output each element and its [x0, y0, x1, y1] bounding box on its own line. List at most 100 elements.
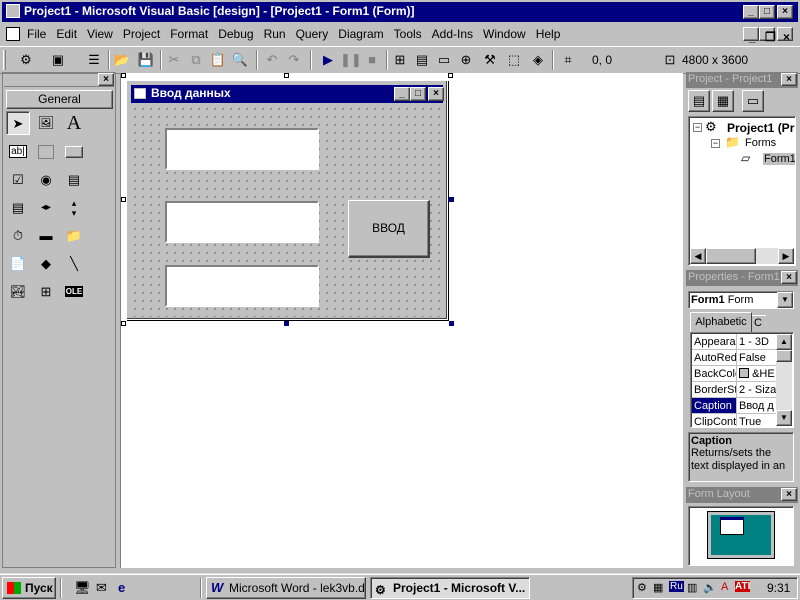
- dir-list-tool[interactable]: 📁: [62, 224, 86, 248]
- data-tool[interactable]: ⊞: [34, 280, 58, 304]
- app-title-bar[interactable]: Project1 - Microsoft Visual Basic [desig…: [2, 2, 798, 22]
- properties-close-button[interactable]: ×: [781, 271, 797, 284]
- toggle-folders-icon[interactable]: ▭: [742, 90, 764, 112]
- tray-app-icon[interactable]: ATI: [735, 581, 751, 592]
- form-minimize-button[interactable]: _: [394, 87, 410, 101]
- property-vscrollbar[interactable]: ▲ ▼: [776, 334, 792, 426]
- scroll-left-button[interactable]: ◀: [690, 248, 706, 264]
- menu-diagram[interactable]: Diagram: [333, 25, 388, 43]
- resize-handle[interactable]: [449, 197, 454, 202]
- frame-tool[interactable]: [34, 140, 58, 164]
- clock[interactable]: 9:31: [767, 581, 790, 595]
- tray-app-icon[interactable]: ▥: [687, 581, 697, 594]
- view-object-icon[interactable]: ▦: [712, 90, 734, 112]
- text-box-2[interactable]: [165, 201, 319, 243]
- run-icon[interactable]: ▶: [318, 50, 338, 70]
- tab-alphabetic[interactable]: Alphabetic: [690, 312, 752, 332]
- save-icon[interactable]: 💾: [136, 50, 156, 70]
- resize-handle[interactable]: [284, 73, 289, 78]
- hscroll-tool[interactable]: ◂▸: [34, 196, 58, 220]
- task-visual-basic[interactable]: ⚙ Project1 - Microsoft V...: [370, 577, 530, 599]
- form1-window[interactable]: Ввод данных _ □ × ВВОД: [126, 80, 448, 320]
- tray-app-icon[interactable]: ⚙: [637, 581, 647, 594]
- drive-list-tool[interactable]: ▬: [34, 224, 58, 248]
- copy-icon[interactable]: ⧉: [186, 50, 206, 70]
- text-box-3[interactable]: [165, 265, 319, 307]
- option-button-tool[interactable]: ◉: [34, 168, 58, 192]
- toolbar-grip[interactable]: [3, 50, 6, 70]
- add-form-icon[interactable]: ▣: [48, 50, 68, 70]
- menu-query[interactable]: Query: [291, 25, 334, 43]
- chevron-down-icon[interactable]: ▼: [777, 292, 793, 308]
- property-value[interactable]: 1 - 3D: [737, 334, 778, 350]
- image-tool[interactable]: 🏞: [6, 280, 30, 304]
- vscroll-tool[interactable]: ▴ ▾: [62, 196, 86, 220]
- command-button-tool[interactable]: [62, 140, 86, 164]
- property-name[interactable]: BorderSt: [692, 382, 736, 398]
- property-name[interactable]: ClipConti: [692, 414, 736, 426]
- tray-app-icon[interactable]: ▦: [653, 581, 663, 594]
- menu-edit[interactable]: Edit: [51, 25, 82, 43]
- resize-handle[interactable]: [121, 73, 126, 78]
- document-icon[interactable]: [6, 27, 20, 41]
- form-title-bar[interactable]: Ввод данных _ □ ×: [131, 85, 444, 103]
- form-maximize-button[interactable]: □: [410, 87, 426, 101]
- pause-icon[interactable]: ❚❚: [340, 50, 362, 70]
- resize-handle[interactable]: [448, 73, 453, 78]
- form-position-preview[interactable]: [720, 517, 744, 535]
- check-box-tool[interactable]: ☑: [6, 168, 30, 192]
- stop-icon[interactable]: ■: [362, 50, 382, 70]
- resize-handle[interactable]: [449, 321, 454, 326]
- form-close-button[interactable]: ×: [428, 87, 444, 101]
- mdi-close-button[interactable]: ×: [777, 27, 793, 44]
- form-layout-close-button[interactable]: ×: [781, 488, 797, 501]
- timer-tool[interactable]: ⏱: [6, 224, 30, 248]
- redo-icon[interactable]: ↷: [284, 50, 304, 70]
- menu-file[interactable]: File: [22, 25, 51, 43]
- pointer-tool[interactable]: ➤: [6, 111, 30, 135]
- property-name-selected[interactable]: Caption: [692, 398, 736, 414]
- scroll-thumb[interactable]: [776, 350, 792, 362]
- property-value[interactable]: Ввод д: [737, 398, 778, 414]
- close-button[interactable]: ×: [777, 5, 793, 19]
- outlook-icon[interactable]: ✉: [96, 580, 107, 596]
- view-code-icon[interactable]: ▤: [688, 90, 710, 112]
- cut-icon[interactable]: ✂: [164, 50, 184, 70]
- mdi-minimize-button[interactable]: _: [743, 27, 759, 44]
- tray-app-icon[interactable]: A: [721, 581, 728, 593]
- properties-icon[interactable]: ▤: [412, 50, 432, 70]
- component-manager-icon[interactable]: ◈: [528, 50, 548, 70]
- vvod-command-button[interactable]: ВВОД: [348, 200, 430, 258]
- mdi-restore-button[interactable]: ❐: [759, 27, 776, 44]
- file-list-tool[interactable]: 📄: [6, 252, 30, 276]
- property-name[interactable]: Appeara: [692, 334, 736, 350]
- internet-explorer-icon[interactable]: e: [118, 580, 125, 595]
- project-explorer-close-button[interactable]: ×: [781, 73, 797, 86]
- menu-addins[interactable]: Add-Ins: [427, 25, 478, 43]
- volume-icon[interactable]: 🔊: [703, 581, 717, 594]
- text-box-1[interactable]: [165, 128, 319, 170]
- tab-categorized[interactable]: C: [752, 315, 766, 331]
- line-tool[interactable]: ╲: [62, 252, 86, 276]
- menu-help[interactable]: Help: [531, 25, 566, 43]
- project-hscrollbar[interactable]: ◀ ▶: [690, 248, 794, 264]
- form1-tree-item[interactable]: Form1: [763, 153, 795, 165]
- object-browser-icon[interactable]: ⊕: [456, 50, 476, 70]
- property-value[interactable]: True: [737, 414, 778, 426]
- picture-box-tool[interactable]: 🖼: [34, 111, 58, 135]
- data-view-icon[interactable]: ⬚: [504, 50, 524, 70]
- object-selector[interactable]: Form1 Form ▼: [688, 291, 794, 309]
- find-icon[interactable]: 🔍: [230, 50, 250, 70]
- language-indicator[interactable]: Ru: [669, 581, 684, 592]
- combo-box-tool[interactable]: ▤: [62, 168, 86, 192]
- forms-folder-label[interactable]: Forms: [745, 137, 776, 149]
- text-box-tool[interactable]: ab|: [6, 140, 30, 164]
- resize-handle[interactable]: [121, 197, 126, 202]
- menu-run[interactable]: Run: [259, 25, 291, 43]
- task-word[interactable]: W Microsoft Word - lek3vb.doc: [206, 577, 366, 599]
- show-desktop-icon[interactable]: 🖥: [74, 580, 91, 596]
- toolbox-tab-general[interactable]: General: [6, 90, 113, 109]
- menu-window[interactable]: Window: [478, 25, 531, 43]
- ole-tool[interactable]: OLE: [62, 280, 86, 304]
- scroll-thumb[interactable]: [706, 248, 756, 264]
